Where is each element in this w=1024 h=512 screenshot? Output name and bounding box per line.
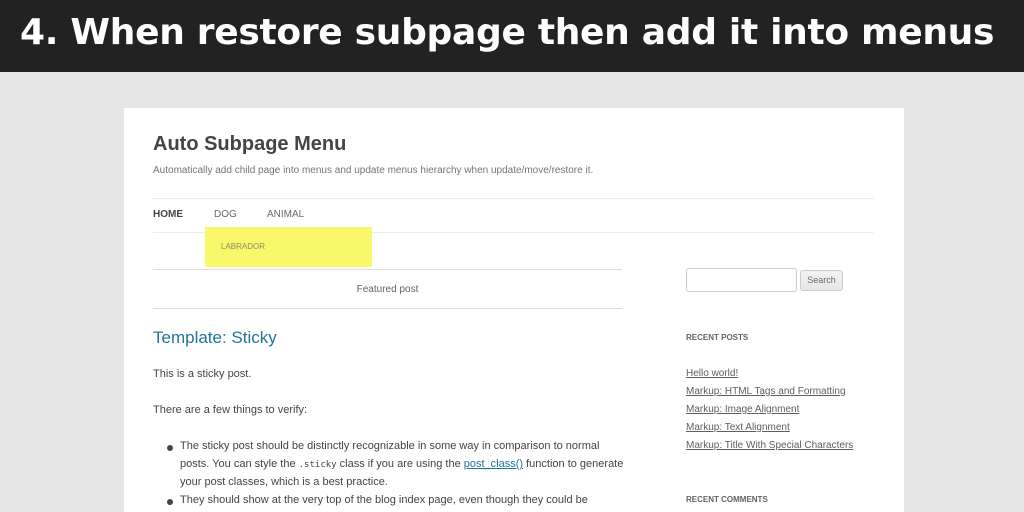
search-button[interactable]: Search <box>800 270 843 291</box>
banner-title: 4. When restore subpage then add it into… <box>20 12 995 53</box>
recent-post-link[interactable]: Markup: HTML Tags and Formatting <box>686 386 846 397</box>
browser-page: Auto Subpage Menu Automatically add chil… <box>124 108 904 512</box>
post-title[interactable]: Template: Sticky <box>153 328 277 348</box>
recent-post-link[interactable]: Markup: Text Alignment <box>686 422 790 433</box>
inline-code: .sticky <box>298 460 337 470</box>
list-text: class if you are using the <box>336 458 464 470</box>
list-item-line: They should show at the very top of the … <box>180 494 588 506</box>
nav-divider-top <box>153 198 874 199</box>
list-item-line: posts. You can style the .sticky class i… <box>180 458 623 470</box>
submenu-item-labrador[interactable]: LABRADOR <box>221 242 265 251</box>
site-description: Automatically add child page into menus … <box>153 165 594 176</box>
top-banner: 4. When restore subpage then add it into… <box>0 0 1024 72</box>
nav-item-home[interactable]: HOME <box>153 209 183 220</box>
featured-divider-top <box>153 269 622 270</box>
list-item-line: The sticky post should be distinctly rec… <box>180 440 600 452</box>
bullet-icon <box>167 499 173 505</box>
recent-post-link[interactable]: Hello world! <box>686 368 738 379</box>
featured-divider-bottom <box>153 308 622 309</box>
recent-post-link[interactable]: Markup: Title With Special Characters <box>686 440 853 451</box>
nav-item-dog[interactable]: DOG <box>214 209 237 220</box>
list-text: posts. You can style the <box>180 458 299 470</box>
list-item-line: your post classes, which is a best pract… <box>180 476 388 488</box>
post-paragraph: This is a sticky post. <box>153 368 252 380</box>
post-paragraph: There are a few things to verify: <box>153 404 308 416</box>
recent-comments-title: RECENT COMMENTS <box>686 495 768 504</box>
bullet-icon <box>167 445 173 451</box>
featured-post-label: Featured post <box>356 284 419 295</box>
search-input[interactable] <box>686 268 797 292</box>
recent-post-link[interactable]: Markup: Image Alignment <box>686 404 799 415</box>
list-text: function to generate <box>523 458 624 470</box>
post-class-link[interactable]: post_class() <box>464 458 523 470</box>
site-title[interactable]: Auto Subpage Menu <box>153 133 346 156</box>
nav-item-animal[interactable]: ANIMAL <box>267 209 304 220</box>
recent-posts-title: RECENT POSTS <box>686 333 749 342</box>
